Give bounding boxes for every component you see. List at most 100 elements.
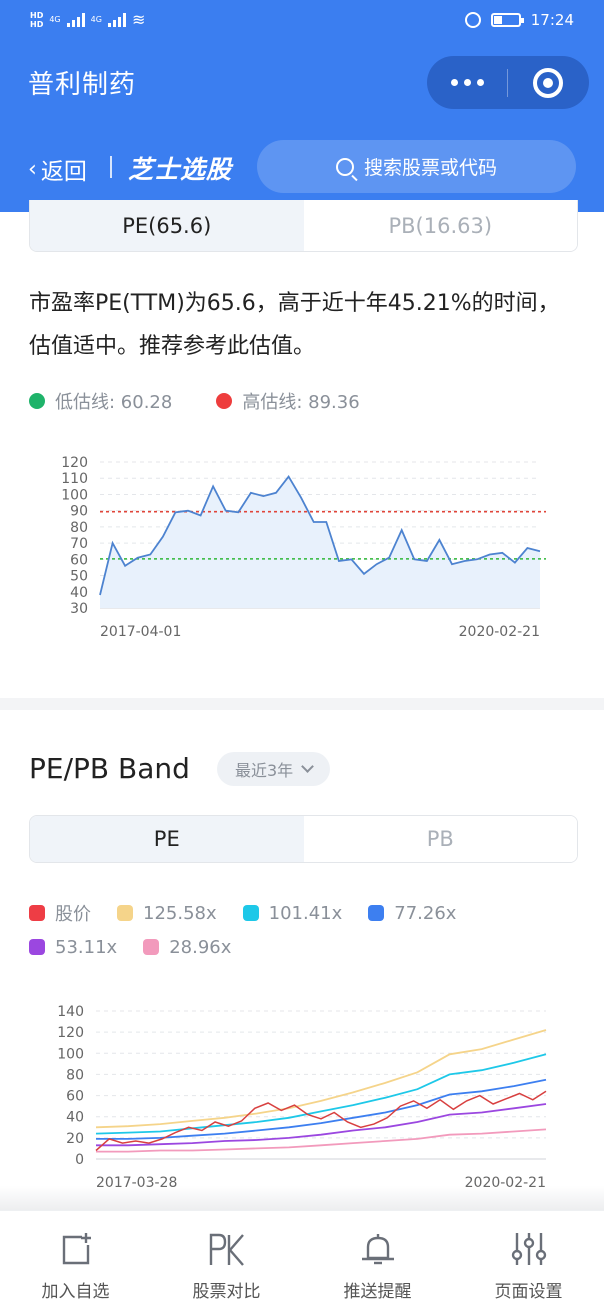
pk-compare-icon [209,1233,244,1266]
miniapp-capsule [427,56,589,109]
y-tick-label: 30 [70,601,88,617]
tab-label: 推送提醒 [343,1282,412,1302]
y-tick-label: 100 [57,1046,84,1062]
valuation-legend: 低估线: 60.28 高估线: 89.36 [29,388,360,414]
pe-band-chart: 0204060801001201402017-03-28 2020-02-21 [57,1004,547,1191]
valuation-tabs: PE(65.6) PB(16.63) [29,200,578,252]
x-tick-label: 2017-04-01 [100,624,181,640]
y-tick-label: 0 [75,1152,84,1168]
band-tab-pe[interactable]: PE [30,816,304,862]
band-tabs: PE PB [29,815,578,863]
y-tick-label: 40 [70,585,88,601]
legend-high-line: 高估线: 89.36 [216,388,360,414]
y-tick-label: 60 [66,1089,84,1105]
y-tick-label: 120 [57,1025,84,1041]
page-title: 普利制药 [28,70,137,100]
y-tick-label: 90 [70,504,88,520]
legend-label: 101.41x [268,902,343,924]
y-tick-label: 80 [66,1067,84,1083]
y-tick-label: 20 [66,1131,84,1147]
legend-swatch [29,905,45,921]
back-button[interactable]: ‹ 返回 [28,152,87,186]
y-tick-label: 80 [70,520,88,536]
chevron-left-icon: ‹ [28,156,37,182]
band-section-title: PE/PB Band [29,752,190,785]
legend-low-line: 低估线: 60.28 [29,388,172,414]
add-watchlist-icon [62,1233,91,1265]
wifi-icon: ≋ [131,10,146,29]
band-series-line [96,1128,547,1153]
valuation-description: 市盈率PE(TTM)为65.6，高于近十年45.21%的时间，估值适中。推荐参考… [29,291,560,359]
legend-53x: 53.11x [29,937,117,958]
bell-icon [361,1234,394,1265]
legend-29x: 28.96x [143,937,231,958]
legend-125x: 125.58x [117,903,217,924]
legend-77x: 77.26x [368,903,456,924]
battery-icon [490,13,524,27]
period-selector[interactable]: 最近3年 [217,752,331,786]
search-placeholder: 搜索股票或代码 [363,157,497,179]
pe-area-fill [100,476,540,608]
band-legend: 股价 125.58x 101.41x 77.26x 53.11x 28.96x [29,896,589,964]
y-tick-label: 60 [70,552,88,568]
status-time: 17:24 [530,11,574,29]
legend-low-label: 低估线: 60.28 [55,392,173,413]
legend-swatch [143,939,160,955]
signal-icon [66,12,85,27]
pe-history-chart: 30405060708090100110120 2017-04-01 2020-02… [61,455,546,640]
band-series-line [95,1053,547,1135]
status-bar: HD HD 4G 4G ≋ 17:24 [0,0,604,42]
legend-label: 125.58x [143,902,217,924]
y-tick-label: 140 [57,1004,84,1020]
more-button[interactable] [427,56,507,109]
legend-swatch [242,905,259,921]
legend-swatch [29,939,45,955]
section-divider [0,698,604,710]
nav-row: ‹ 返回 芝士选股 搜索股票或代码 [0,138,604,194]
tab-push-alerts[interactable]: 推送提醒 [302,1211,453,1309]
legend-label: 77.26x [394,902,457,924]
app-header: HD HD 4G 4G ≋ 17:24 普利制药 ‹ 返回 芝士选股 搜索股票或代… [0,0,604,212]
legend-high-label: 高估线: 89.36 [242,392,360,413]
tab-label: 页面设置 [494,1282,563,1302]
close-miniapp-button[interactable] [508,56,588,109]
scroll-fade [0,1186,604,1210]
tab-compare[interactable]: 股票对比 [151,1211,302,1309]
y-tick-label: 50 [70,569,88,585]
chevron-down-icon [301,760,315,773]
hd-badge: HD HD [30,10,44,29]
tab-pe[interactable]: PE(65.6) [30,200,304,251]
band-tab-pb[interactable]: PB [303,816,577,862]
target-icon [533,67,563,98]
tab-label: 加入自选 [41,1282,110,1302]
legend-101x: 101.41x [242,902,343,924]
y-tick-label: 70 [70,536,88,552]
bottom-tab-bar: 加入自选 股票对比 推送提醒 页面设置 [0,1210,604,1309]
tab-pb[interactable]: PB(16.63) [303,200,577,251]
sliders-icon [511,1233,546,1265]
legend-label: 股价 [55,904,91,925]
legend-price: 股价 [29,900,91,926]
brand-logo: 芝士选股 [128,155,233,184]
search-bar[interactable]: 搜索股票或代码 [257,140,576,193]
nav-divider [110,156,112,178]
green-dot-icon [29,393,45,409]
x-tick-label: 2020-02-21 [459,624,540,640]
network-type-2: 4G [90,15,102,24]
y-tick-label: 120 [61,455,88,471]
y-tick-label: 100 [61,487,88,503]
signal-icon [107,12,126,27]
back-label: 返回 [40,159,87,185]
legend-swatch [368,905,385,921]
period-label: 最近3年 [235,761,294,780]
tab-page-settings[interactable]: 页面设置 [453,1211,604,1309]
y-tick-label: 110 [61,471,88,487]
alarm-icon [464,12,481,28]
search-icon [335,157,354,176]
band-series-line [96,1078,547,1140]
legend-label: 53.11x [55,936,118,958]
tab-add-watchlist[interactable]: 加入自选 [0,1211,151,1309]
tab-label: 股票对比 [192,1282,261,1302]
y-tick-label: 40 [66,1110,84,1126]
legend-label: 28.96x [169,936,232,958]
